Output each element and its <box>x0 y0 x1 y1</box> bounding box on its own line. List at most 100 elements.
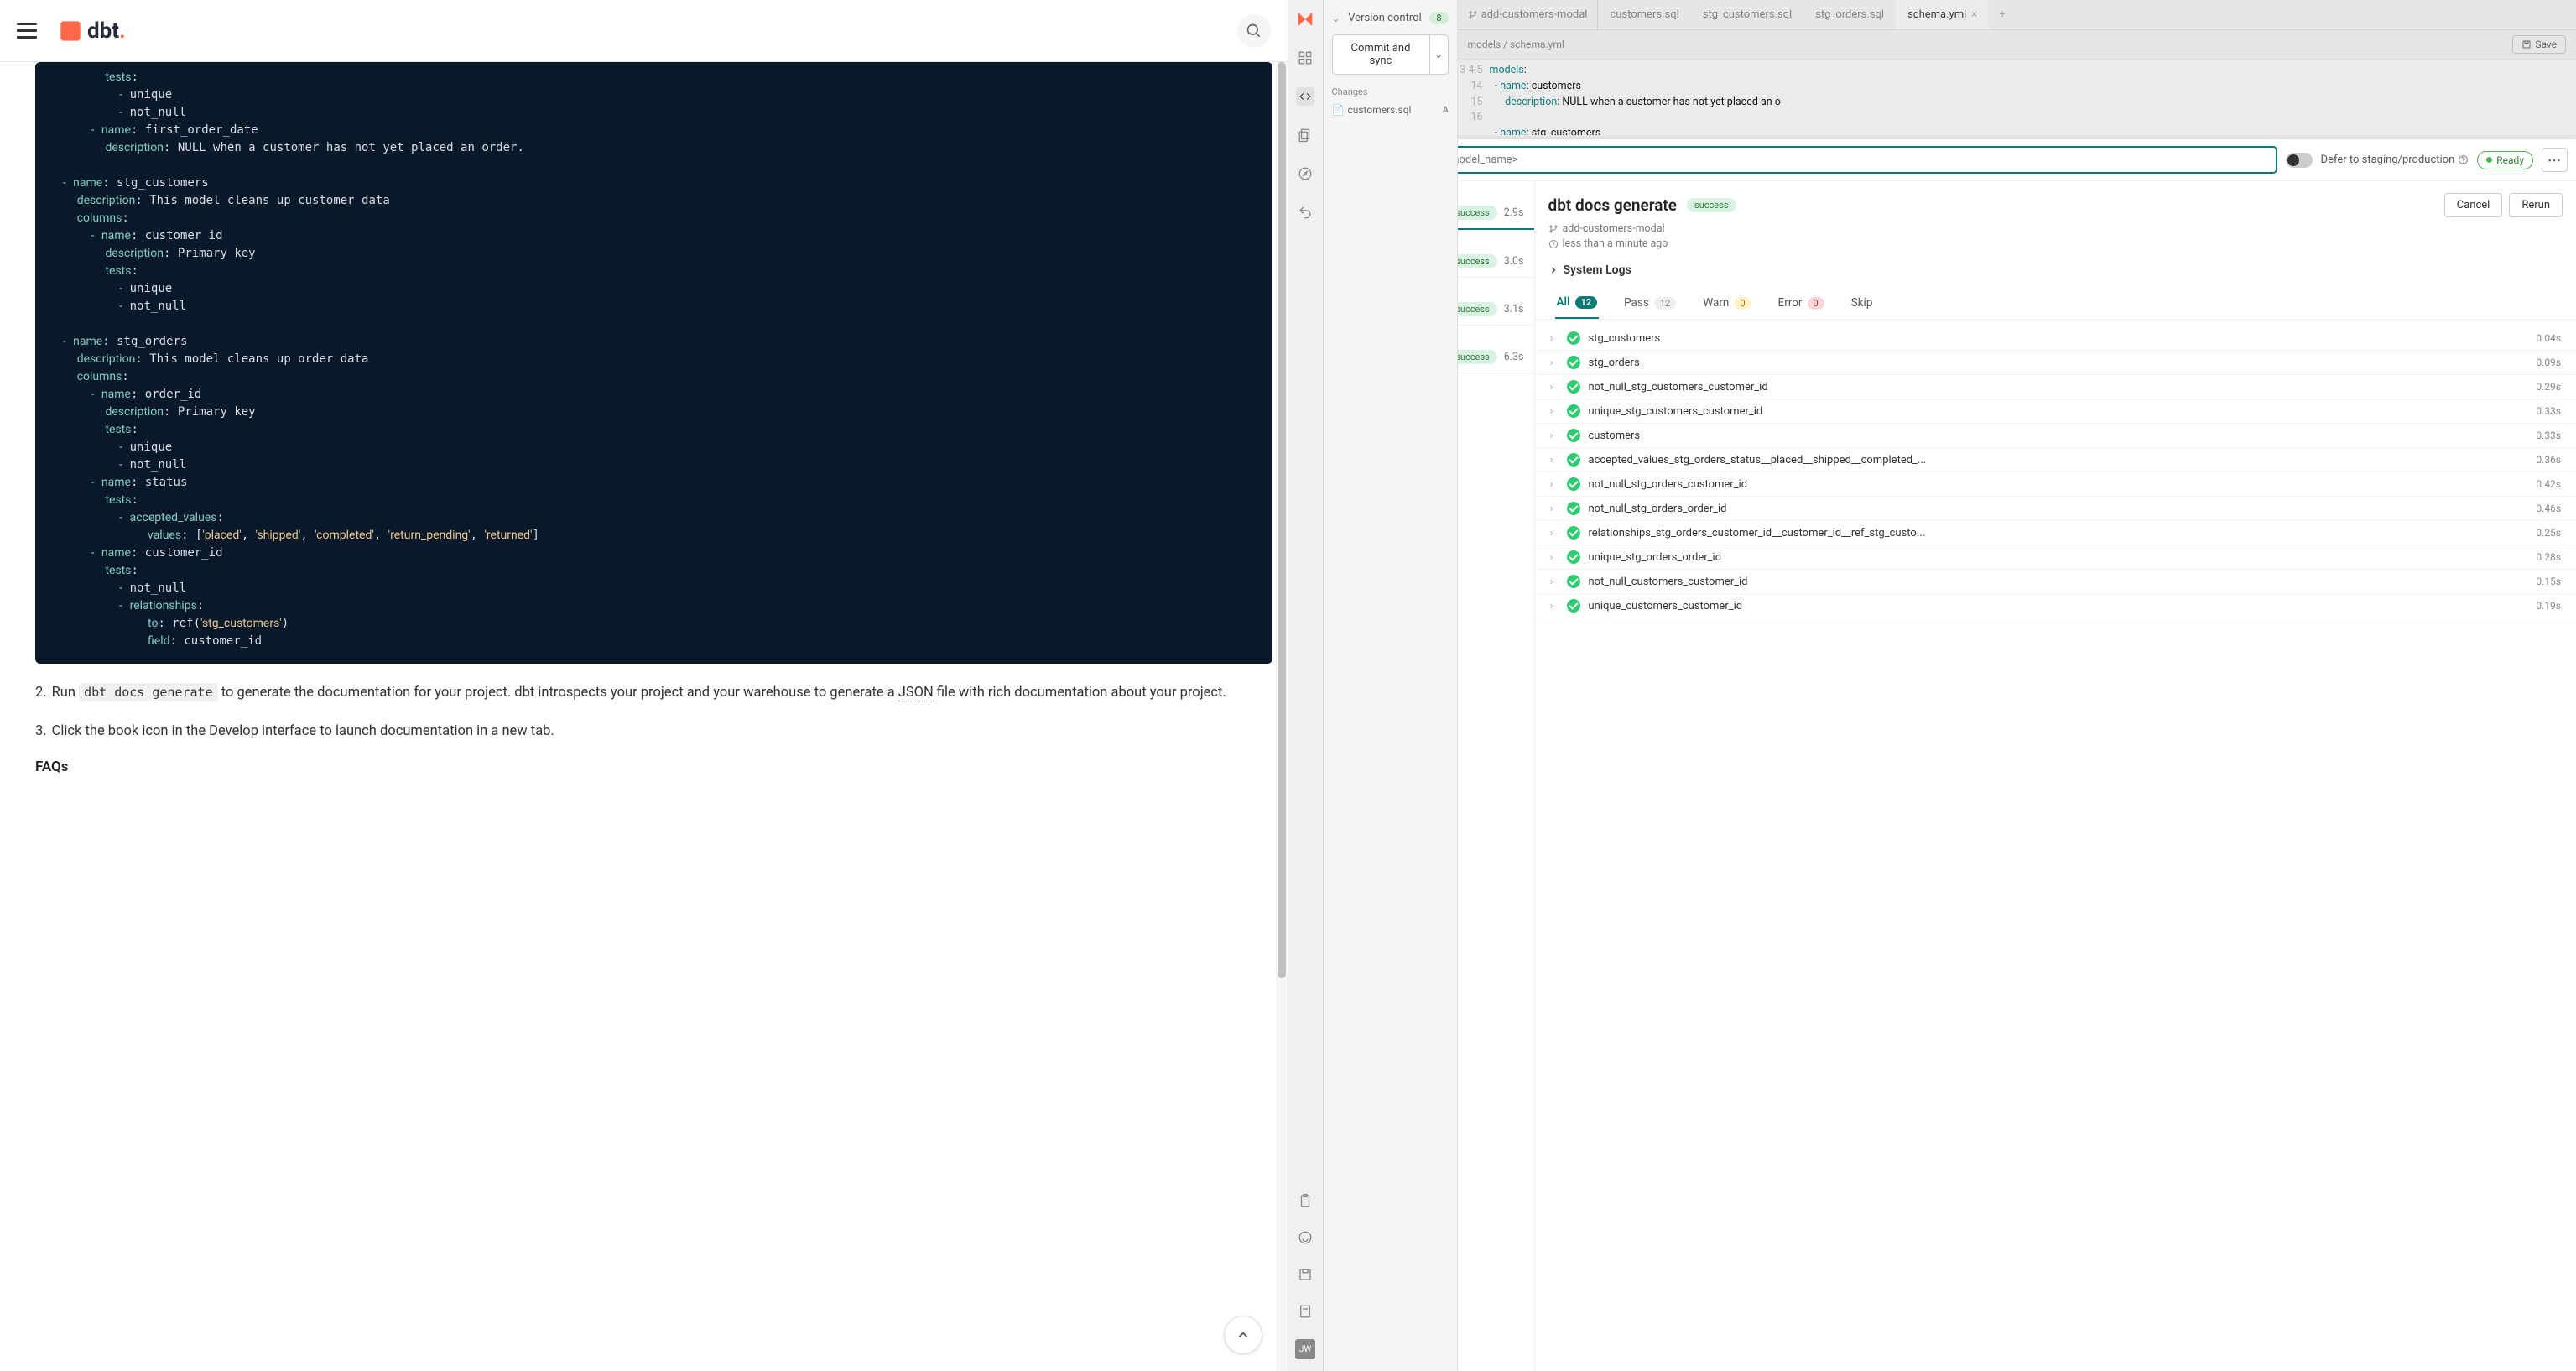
help-icon[interactable] <box>2458 154 2469 165</box>
result-row[interactable]: › unique_customers_customer_id 0.19s <box>1535 594 2576 618</box>
faqs-heading: FAQs <box>35 758 1272 775</box>
clipboard-icon[interactable] <box>1296 1191 1314 1210</box>
result-row[interactable]: ›not_null_stg_customers_customer_id0.29s <box>1535 375 2576 399</box>
command-bar: ⌄ Defer to staging/production Ready ⋯ <box>1458 139 2576 181</box>
command-history: dbt docs generate add-customers-modalsuc… <box>1458 181 1535 1371</box>
result-row[interactable]: ›customers0.33s <box>1535 424 2576 448</box>
history-item[interactable]: dbt docs generate add-customers-modalsuc… <box>1458 181 1534 230</box>
result-row[interactable]: ›stg_customers0.04s <box>1535 326 2576 351</box>
editor-tabs: add-customers-modal customers.sql stg_cu… <box>1458 0 2576 30</box>
history-item[interactable]: dbt docs generate add-customers-modalsuc… <box>1458 230 1534 278</box>
history-item[interactable]: dbt test add-customers-modalsuccess3.1s <box>1458 278 1534 326</box>
step-2: 2. Run dbt docs generate to generate the… <box>35 682 1272 704</box>
result-row[interactable]: ›unique_stg_customers_customer_id0.33s <box>1535 399 2576 424</box>
history-cmd: dbt docs generate <box>1458 190 1524 202</box>
result-name: relationships_stg_orders_customer_id__cu… <box>1589 527 2528 540</box>
result-name: unique_customers_customer_id <box>1589 600 2528 613</box>
commit-and-sync-button[interactable]: Commit and sync ⌄ <box>1332 34 1449 75</box>
results-ago: less than a minute ago <box>1563 237 1668 250</box>
search-icon <box>1246 23 1262 39</box>
result-time: 0.19s <box>2536 600 2561 612</box>
check-icon <box>1567 404 1580 418</box>
status-pill: success <box>1458 302 1497 316</box>
chevron-right-icon: › <box>1550 600 1559 613</box>
tab-skip[interactable]: Skip <box>1850 289 1875 319</box>
result-time: 0.25s <box>2536 527 2561 539</box>
tab-pass[interactable]: Pass12 <box>1622 289 1678 319</box>
result-row[interactable]: ›unique_stg_orders_order_id0.28s <box>1535 545 2576 570</box>
files-icon[interactable] <box>1296 126 1314 144</box>
support-icon[interactable] <box>1296 1228 1314 1247</box>
rerun-button[interactable]: Rerun <box>2509 193 2563 217</box>
save-label: Save <box>2535 39 2557 50</box>
commit-dropdown[interactable]: ⌄ <box>1429 35 1448 74</box>
result-time: 0.29s <box>2536 381 2561 393</box>
calc-icon[interactable] <box>1296 1302 1314 1321</box>
add-tab-button[interactable]: + <box>1992 8 2011 21</box>
result-row[interactable]: ›stg_orders0.09s <box>1535 351 2576 375</box>
ide-panel: JW ⌄ Version control 8 Commit and sync ⌄… <box>1288 0 2576 1371</box>
result-time: 0.09s <box>2536 357 2561 368</box>
file-tab[interactable]: stg_orders.sql <box>1803 0 1896 29</box>
undo-icon[interactable] <box>1296 203 1314 222</box>
compass-icon[interactable] <box>1296 164 1314 183</box>
result-row[interactable]: ›not_null_stg_orders_customer_id0.42s <box>1535 472 2576 497</box>
system-logs-toggle[interactable]: System Logs <box>1535 257 2576 284</box>
result-name: unique_stg_customers_customer_id <box>1589 405 2528 418</box>
inline-code: dbt docs generate <box>79 683 218 701</box>
count-badge: 12 <box>1654 297 1676 310</box>
more-button[interactable]: ⋯ <box>2542 148 2568 172</box>
result-time: 0.33s <box>2536 430 2561 441</box>
result-name: not_null_stg_customers_customer_id <box>1589 381 2528 394</box>
command-input[interactable] <box>1458 146 2277 174</box>
chevron-right-icon: › <box>1550 454 1559 467</box>
branch-name: add-customers-modal <box>1481 8 1588 21</box>
result-time: 0.42s <box>2536 478 2561 490</box>
defer-toggle[interactable] <box>2286 153 2313 168</box>
command-panel: ⌄ Defer to staging/production Ready ⋯ db… <box>1458 139 2576 1371</box>
grid-icon[interactable] <box>1296 49 1314 67</box>
result-name: customers <box>1589 430 2528 442</box>
scroll-to-top-button[interactable] <box>1224 1316 1262 1354</box>
history-item[interactable]: dbt run add-customers-modalsuccess6.3s <box>1458 326 1534 373</box>
cancel-button[interactable]: Cancel <box>2444 193 2503 217</box>
result-name: stg_customers <box>1589 332 2528 345</box>
tab-all[interactable]: All12 <box>1555 289 1600 319</box>
result-row[interactable]: › accepted_values_stg_orders_status__plac… <box>1535 448 2576 472</box>
history-cmd: dbt docs generate <box>1458 238 1524 251</box>
history-time: 3.0s <box>1504 255 1524 268</box>
file-tab[interactable]: customers.sql <box>1598 0 1690 29</box>
close-icon[interactable]: × <box>1971 8 1977 21</box>
step-number: 2. <box>35 682 47 704</box>
save-icon[interactable] <box>1296 1265 1314 1284</box>
save-button[interactable]: Save <box>2512 35 2566 54</box>
result-row[interactable]: ›not_null_customers_customer_id0.15s <box>1535 570 2576 594</box>
file-tab[interactable]: stg_customers.sql <box>1691 0 1803 29</box>
result-name: accepted_values_stg_orders_status__place… <box>1589 454 2528 467</box>
check-icon <box>1567 453 1580 467</box>
result-row[interactable]: ›not_null_stg_orders_order_id0.46s <box>1535 497 2576 521</box>
step-text: Run dbt docs generate to generate the do… <box>52 682 1226 704</box>
defer-label: Defer to staging/production <box>2321 154 2469 166</box>
check-icon <box>1567 575 1580 588</box>
result-row[interactable]: ›relationships_stg_orders_customer_id__c… <box>1535 521 2576 545</box>
status-pill: success <box>1458 206 1497 220</box>
code-editor[interactable]: 3 4 5 14 15 16 models: - name: customers… <box>1458 60 2576 135</box>
file-tab-active[interactable]: schema.yml× <box>1896 0 1989 29</box>
dbt-rail-logo-icon[interactable] <box>1296 10 1314 29</box>
branch-tab[interactable]: add-customers-modal <box>1458 0 1599 29</box>
change-item[interactable]: 📄customers.sql A <box>1332 102 1449 117</box>
docs-scrollbar[interactable] <box>1276 62 1288 1371</box>
chevron-right-icon: › <box>1550 576 1559 588</box>
tab-warn[interactable]: Warn0 <box>1701 289 1752 319</box>
search-button[interactable] <box>1237 14 1271 48</box>
status-pill: success <box>1458 350 1497 364</box>
check-icon <box>1567 380 1580 394</box>
tab-error[interactable]: Error0 <box>1777 289 1826 319</box>
user-avatar[interactable]: JW <box>1295 1339 1315 1359</box>
dbt-logo[interactable]: dbt. <box>59 18 126 44</box>
logo-text: dbt <box>87 18 119 44</box>
status-pill: success <box>1458 254 1497 268</box>
code-icon[interactable] <box>1296 87 1314 106</box>
hamburger-menu-icon[interactable] <box>17 23 37 39</box>
